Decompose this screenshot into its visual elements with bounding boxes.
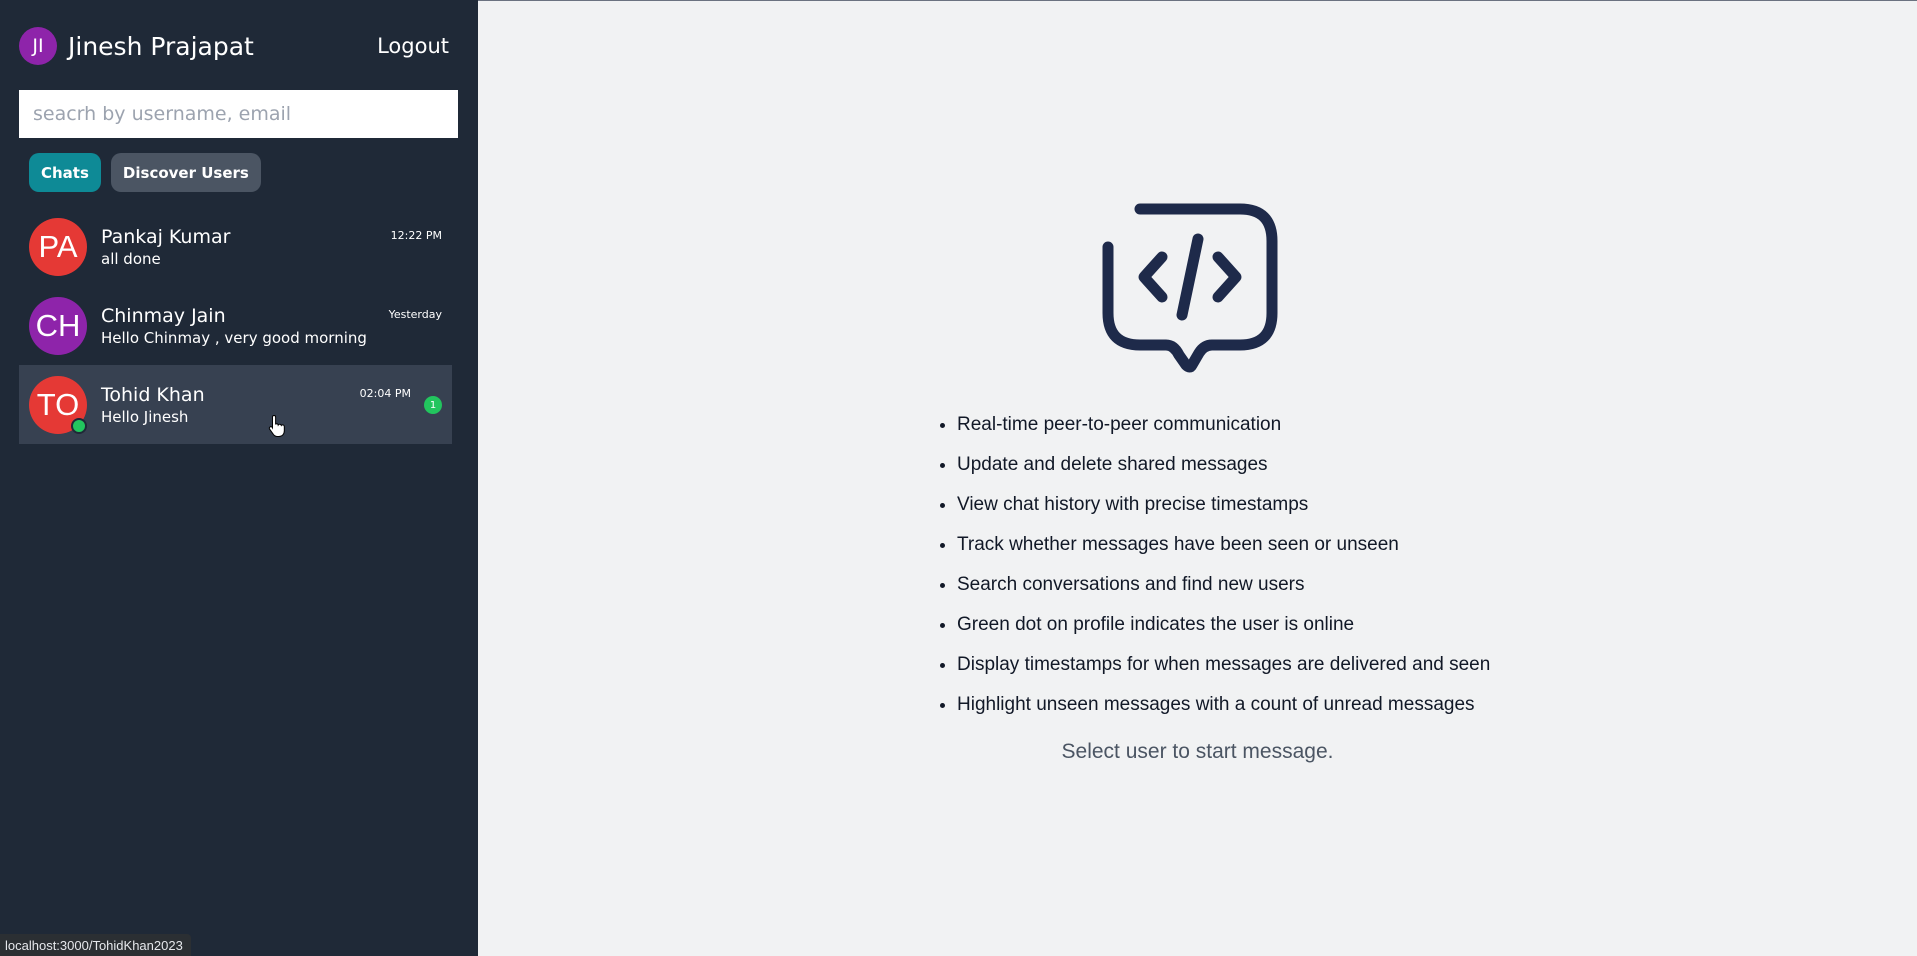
status-bar-url: localhost:3000/TohidKhan2023 (0, 934, 191, 956)
chat-time: 02:04 PM (359, 387, 411, 400)
avatar: TO (29, 375, 87, 434)
avatar[interactable]: JI (19, 27, 57, 65)
unread-count-badge: 1 (424, 396, 442, 414)
chat-time: 12:22 PM (390, 229, 442, 242)
code-message-icon (1102, 203, 1278, 373)
online-status-dot (71, 417, 87, 434)
tab-discover-users[interactable]: Discover Users (110, 153, 261, 192)
feature-list: Real-time peer-to-peer communication Upd… (927, 405, 1490, 725)
hand-cursor-icon (268, 414, 285, 437)
user-header: JI Jinesh Prajapat Logout (19, 27, 449, 65)
avatar-initials: CH (35, 307, 81, 343)
chat-last-message: all done (101, 249, 161, 268)
list-item: Update and delete shared messages (957, 445, 1490, 485)
chat-item-pankaj-kumar[interactable]: PA Pankaj Kumar all done 12:22 PM (19, 207, 452, 286)
list-item: Real-time peer-to-peer communication (957, 405, 1490, 445)
chat-list: PA Pankaj Kumar all done 12:22 PM CH Chi… (19, 207, 452, 444)
chat-last-message: Hello Chinmay , very good morning (101, 328, 367, 347)
avatar: PA (29, 217, 87, 276)
logout-button[interactable]: Logout (377, 34, 449, 58)
tab-chats[interactable]: Chats (29, 153, 101, 192)
main-panel: Real-time peer-to-peer communication Upd… (478, 0, 1917, 956)
list-item: Green dot on profile indicates the user … (957, 605, 1490, 645)
sidebar-tabs: Chats Discover Users (29, 153, 261, 192)
chat-item-tohid-khan[interactable]: TO Tohid Khan Hello Jinesh 02:04 PM 1 (19, 365, 452, 444)
list-item: Track whether messages have been seen or… (957, 525, 1490, 565)
chat-time: Yesterday (388, 308, 442, 321)
current-user-name: Jinesh Prajapat (68, 31, 254, 61)
empty-state-hint: Select user to start message. (1061, 740, 1334, 763)
avatar: CH (29, 296, 87, 355)
list-item: Display timestamps for when messages are… (957, 645, 1490, 685)
list-item: Highlight unseen messages with a count o… (957, 685, 1490, 725)
chat-item-chinmay-jain[interactable]: CH Chinmay Jain Hello Chinmay , very goo… (19, 286, 452, 365)
search-input[interactable] (19, 90, 458, 138)
sidebar: JI Jinesh Prajapat Logout Chats Discover… (0, 0, 478, 956)
list-item: Search conversations and find new users (957, 565, 1490, 605)
avatar-initials: PA (38, 228, 78, 264)
list-item: View chat history with precise timestamp… (957, 485, 1490, 525)
avatar-initials: TO (36, 386, 80, 422)
